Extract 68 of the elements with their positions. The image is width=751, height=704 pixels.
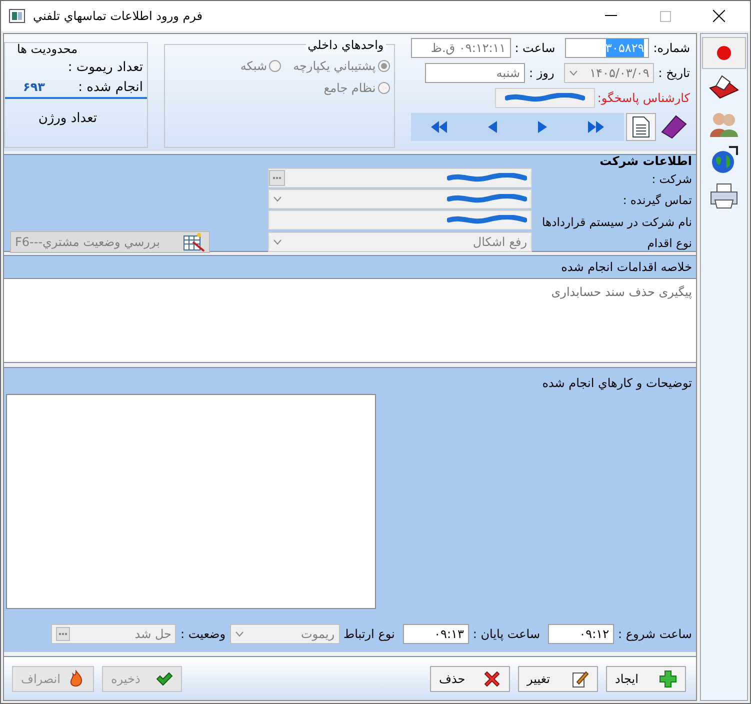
field-label: روز : [529, 65, 554, 82]
radio-label: نظام جامع [324, 80, 376, 97]
start-time-field[interactable]: ۰۹:۱۲ [548, 624, 614, 644]
caret-icon [234, 630, 244, 636]
app-icon [9, 9, 25, 23]
caret-icon [272, 196, 282, 202]
connection-type-dropdown[interactable]: ريموت [230, 624, 340, 644]
field-label: تماس گيرنده : [622, 192, 692, 210]
field-label: شركت : [652, 171, 692, 188]
date-dropdown[interactable]: ۱۴۰۵/۰۳/۰۹ [564, 63, 654, 83]
record-icon[interactable] [702, 37, 746, 69]
radio-button[interactable] [378, 82, 390, 94]
group-title: محدوديت ها [17, 43, 78, 56]
status-field[interactable]: حل شد [51, 624, 176, 644]
field-label: ساعت : [514, 40, 556, 57]
cross-icon [483, 670, 501, 688]
ellipsis-button[interactable] [56, 626, 70, 640]
dropdown-field[interactable]: رفع اشكال [268, 232, 532, 252]
edit-button[interactable]: تغيير [518, 666, 598, 692]
field-label: نوع اقدام [647, 235, 692, 252]
field-label: تاريخ : [658, 65, 690, 82]
minimize-icon [605, 15, 617, 17]
field-label: كارشناس پاسخگو: [597, 90, 690, 107]
window-title: فرم ورود اطلاعات تماسهاي تلفني [33, 8, 203, 25]
section-title: توضيحات و كارهاي انجام شده [541, 375, 692, 392]
field-label: ساعت شروع : [618, 626, 692, 642]
arrow-icon[interactable] [488, 121, 497, 133]
section-title: خلاصه اقدامات انجام شده [561, 259, 692, 276]
caret-icon [272, 238, 282, 245]
caret-icon [569, 70, 578, 76]
field-label: تعداد ريموت : [66, 59, 144, 77]
number-field[interactable]: ۳۰۵۸۲۹ [565, 38, 650, 58]
close-icon [713, 10, 725, 22]
expert-field[interactable] [495, 88, 596, 108]
edit-icon [571, 670, 589, 688]
field-label: ساعت پايان : [472, 626, 540, 642]
text-field[interactable] [268, 210, 532, 230]
dropdown-field[interactable] [268, 188, 532, 209]
field-label: انجام شده : [78, 78, 143, 96]
field-label: وضعيت : [180, 626, 226, 642]
dots-icon [273, 176, 281, 179]
field-label: نام شركت در سيستم قراردادها [542, 214, 692, 231]
double-arrow-icon[interactable] [588, 121, 604, 133]
plus-icon [659, 670, 677, 688]
radio-button[interactable] [378, 60, 390, 72]
field-label: نوع ارتباط [344, 626, 395, 642]
radio-label: شبكه [240, 58, 268, 75]
section-title: اطلاعات شركت [598, 155, 692, 167]
time-field[interactable]: ۰۹:۱۲:۱۱ ق.ظ [410, 38, 511, 58]
maximize-icon [660, 10, 670, 22]
field-label: شماره: [653, 40, 690, 57]
arrow-icon[interactable] [538, 121, 547, 133]
delete-button[interactable]: حذف [430, 666, 510, 692]
end-time-field[interactable]: ۰۹:۱۳ [402, 624, 469, 644]
double-arrow-icon[interactable] [431, 121, 448, 133]
document-icon[interactable] [626, 113, 656, 141]
radio-label: پشتيباني يكپارچه [293, 58, 376, 75]
radio-button[interactable] [269, 60, 282, 72]
field-label: تعداد ورژن [37, 110, 98, 128]
day-field[interactable]: شنبه [425, 63, 526, 83]
ellipsis-button[interactable] [269, 170, 285, 186]
check-icon [155, 670, 173, 688]
done-count: ۶۹۳ [23, 79, 45, 96]
check-status-button[interactable]: بررسي وضعيت مشتري---F6 [10, 230, 210, 253]
add-button[interactable]: ايجاد [606, 666, 686, 692]
wand-table-icon [183, 232, 205, 252]
text-field[interactable] [268, 168, 532, 188]
summary-text-area[interactable]: پيگيری حذف سند حسابداری [4, 279, 696, 363]
